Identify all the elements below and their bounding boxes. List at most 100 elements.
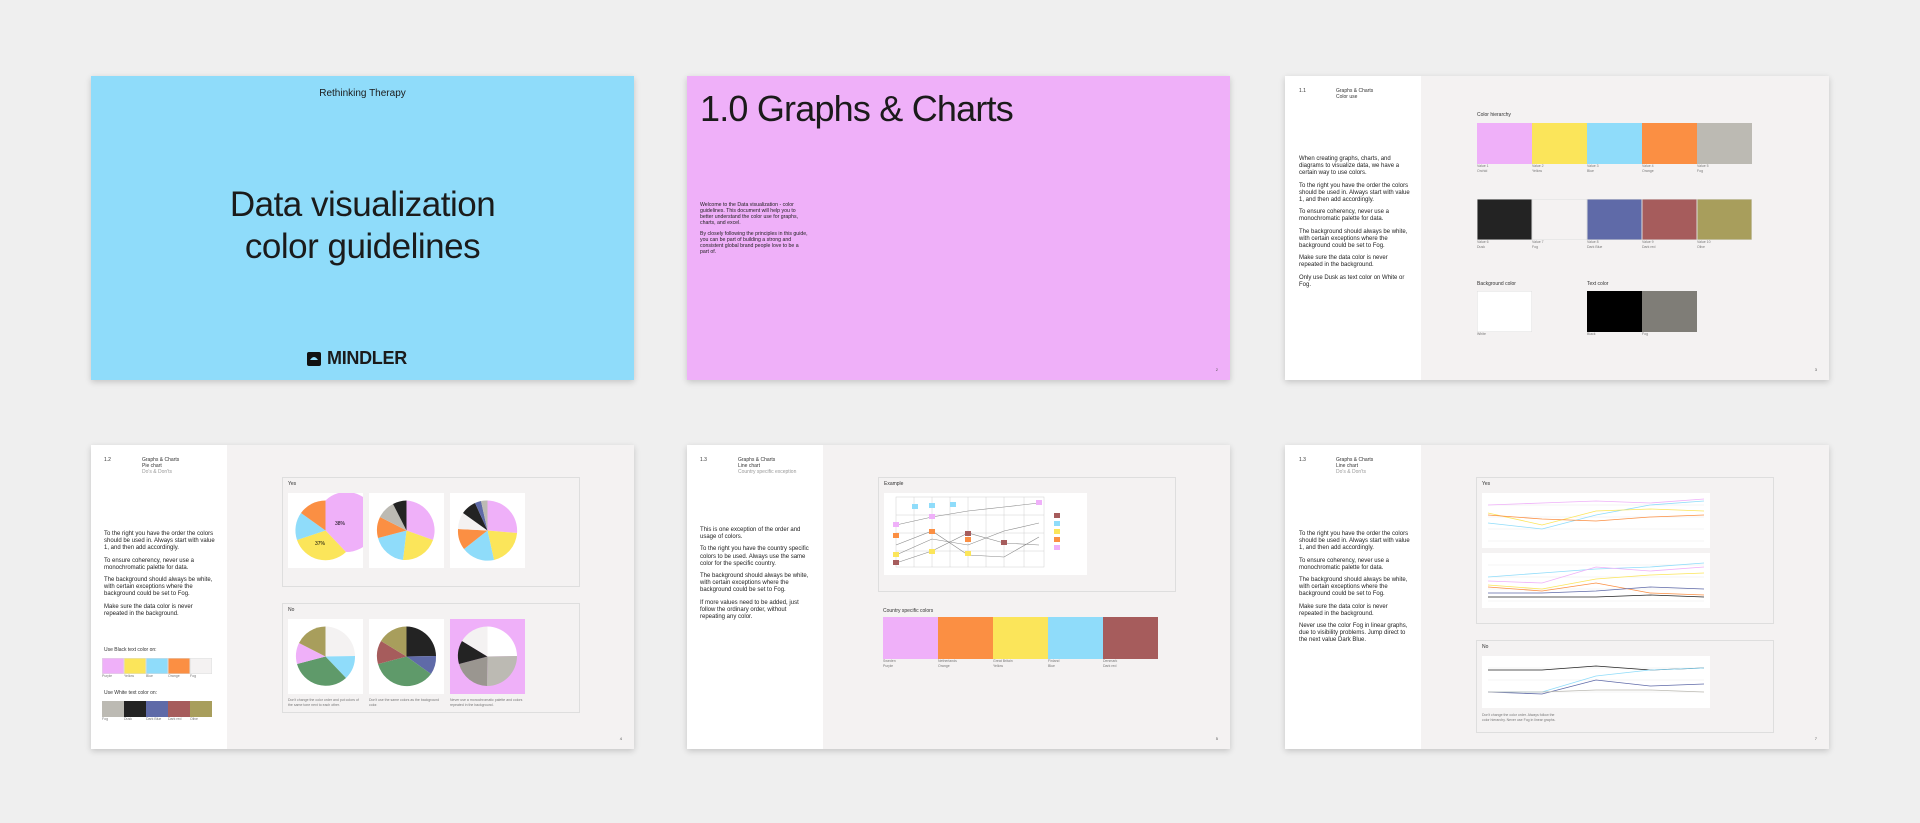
color-swatch [1477, 199, 1532, 240]
paragraph: The background should always be white, w… [700, 573, 809, 594]
pie-chart [376, 500, 435, 561]
color-swatch [102, 701, 124, 717]
no-caption: Don't change the color order. Always fol… [1482, 713, 1556, 722]
swatch-name: Yellow [993, 663, 1003, 668]
paragraph: To the right you have the order the colo… [1299, 182, 1410, 204]
color-swatch [1642, 123, 1697, 164]
pie-chart-yes-2 [369, 493, 444, 568]
text-color-label: Text color [1587, 281, 1609, 287]
pie-chart-no-1 [288, 619, 363, 694]
pie-chart [457, 500, 518, 561]
paragraph: The background should always be white, w… [1299, 577, 1408, 598]
slide-cover[interactable]: Rethinking Therapy Data visualization co… [91, 76, 634, 380]
cover-title-line2: color guidelines [244, 227, 481, 266]
swatch-name: Fog [1642, 332, 1649, 336]
slide-line-chart-country[interactable]: 1.3 Graphs & Charts Line chart Country s… [687, 445, 1230, 749]
text-color-swatch: Fog [1642, 291, 1697, 337]
swatch-name: Orchid [1477, 168, 1488, 173]
color-swatch [168, 658, 190, 674]
swatch-name: Fog [1697, 168, 1704, 173]
line-chart-svg [1487, 562, 1705, 602]
color-swatch [1477, 123, 1532, 164]
brand-name: MINDLER [327, 348, 407, 368]
line-chart-yes-2 [1482, 553, 1710, 608]
swatch-name: Olive [1697, 244, 1705, 249]
line-chart-svg [1487, 665, 1705, 695]
pie-label-1: 38% [335, 521, 346, 527]
color-swatch [1587, 199, 1642, 240]
paragraph: To ensure coherency, never use a monochr… [1299, 209, 1389, 223]
country-swatch: Finland Blue [1048, 617, 1103, 668]
paragraph: The background should always be white, w… [1299, 228, 1408, 250]
white-text-label: Use White text color on: [104, 690, 158, 696]
swatch-name: Blue [1587, 168, 1595, 173]
example-card: Example [878, 477, 1176, 592]
swatch-name: Dark Blue [1587, 244, 1603, 249]
country-swatch: Sweden Purple [883, 617, 938, 668]
pie-chart-yes-3 [450, 493, 525, 568]
swatch-name: White [1477, 332, 1486, 336]
white-text-swatch: Dusk [124, 701, 146, 722]
section-heading: Graphs & Charts Line chart Country speci… [738, 457, 796, 475]
line-chart-svg [893, 496, 1060, 568]
pie-chart [376, 626, 437, 687]
color-swatch [938, 617, 993, 659]
page-number: 5 [1215, 736, 1218, 741]
country-colors-label: Country specific colors [883, 608, 934, 614]
swatch-name: Dusk [124, 717, 132, 721]
section-intro-text: Welcome to the Data visualization - colo… [700, 202, 808, 260]
no-caption-3: Never use a monochromatic palette and co… [450, 698, 523, 707]
no-label: No [288, 607, 295, 613]
swatch-name: Blue [146, 674, 154, 678]
pie-label-2: 37% [315, 541, 326, 547]
yes-label: Yes [1482, 481, 1491, 487]
section-subtitle-2: Do's & Don'ts [142, 469, 172, 475]
black-text-swatch: Blue [146, 658, 168, 679]
page-number: 3 [1814, 367, 1817, 372]
swatch-name: Black [1587, 332, 1596, 336]
intro-paragraph-1: Welcome to the Data visualization - colo… [700, 202, 799, 226]
paragraph: Never use the color Fog in linear graphs… [1299, 623, 1408, 644]
line-chart-yes-1 [1482, 493, 1710, 548]
color-swatch [1587, 123, 1642, 164]
paragraph: To ensure coherency, never use a monochr… [104, 557, 194, 571]
slide-line-chart-dos-donts[interactable]: 1.3 Graphs & Charts Line chart Do's & Do… [1285, 445, 1829, 749]
paragraph: When creating graphs, charts, and diagra… [1299, 156, 1400, 177]
swatch-name: Olive [190, 717, 198, 721]
paragraph: Make sure the data color is never repeat… [1299, 603, 1388, 617]
color-use-text: When creating graphs, charts, and diagra… [1299, 156, 1411, 294]
section-number: 1.2 [104, 457, 111, 463]
section-subtitle-2: Do's & Don'ts [1336, 469, 1366, 475]
country-swatch: Netherlands Orange [938, 617, 993, 668]
slide-pie-chart[interactable]: 1.2 Graphs & Charts Pie chart Do's & Don… [91, 445, 634, 749]
hierarchy-swatch: Value 1 Orchid [1477, 123, 1532, 173]
section-subtitle-2: Country specific exception [738, 469, 797, 475]
example-line-chart [884, 493, 1087, 575]
country-swatch: Great Britain Yellow [993, 617, 1048, 668]
paragraph: To the right you have the order the colo… [104, 531, 215, 552]
slide-section-intro[interactable]: 1.0 Graphs & Charts Welcome to the Data … [687, 76, 1230, 380]
line-chart-no [1482, 656, 1710, 708]
paragraph: Make sure the data color is never repeat… [1299, 255, 1388, 269]
swatch-name: Fog [102, 717, 109, 721]
slide-color-use[interactable]: 1.1 Graphs & Charts Color use When creat… [1285, 76, 1829, 380]
section-subtitle: Color use [1336, 94, 1358, 100]
color-swatch [146, 701, 168, 717]
color-swatch [1587, 291, 1642, 332]
color-swatch [993, 617, 1048, 659]
swatch-name: Dark red [1642, 244, 1656, 249]
swatch-name: Dark red [1103, 663, 1117, 668]
section-heading: Graphs & Charts Line chart Do's & Don'ts [1336, 457, 1373, 475]
color-swatch [1642, 199, 1697, 240]
hierarchy-swatch: Value 4 Orange [1642, 123, 1697, 173]
section-title: 1.0 Graphs & Charts [700, 88, 1014, 129]
cover-title-line1: Data visualization [229, 185, 496, 224]
white-text-swatch: Fog [102, 701, 124, 722]
color-swatch [124, 701, 146, 717]
hierarchy-swatch: Value 7 Fog [1532, 199, 1587, 249]
no-label: No [1482, 644, 1489, 650]
hierarchy-swatch: Value 8 Dark Blue [1587, 199, 1642, 249]
pie-chart-no-2 [369, 619, 444, 694]
example-label: Example [884, 481, 904, 487]
line-chart-svg [1487, 498, 1705, 542]
